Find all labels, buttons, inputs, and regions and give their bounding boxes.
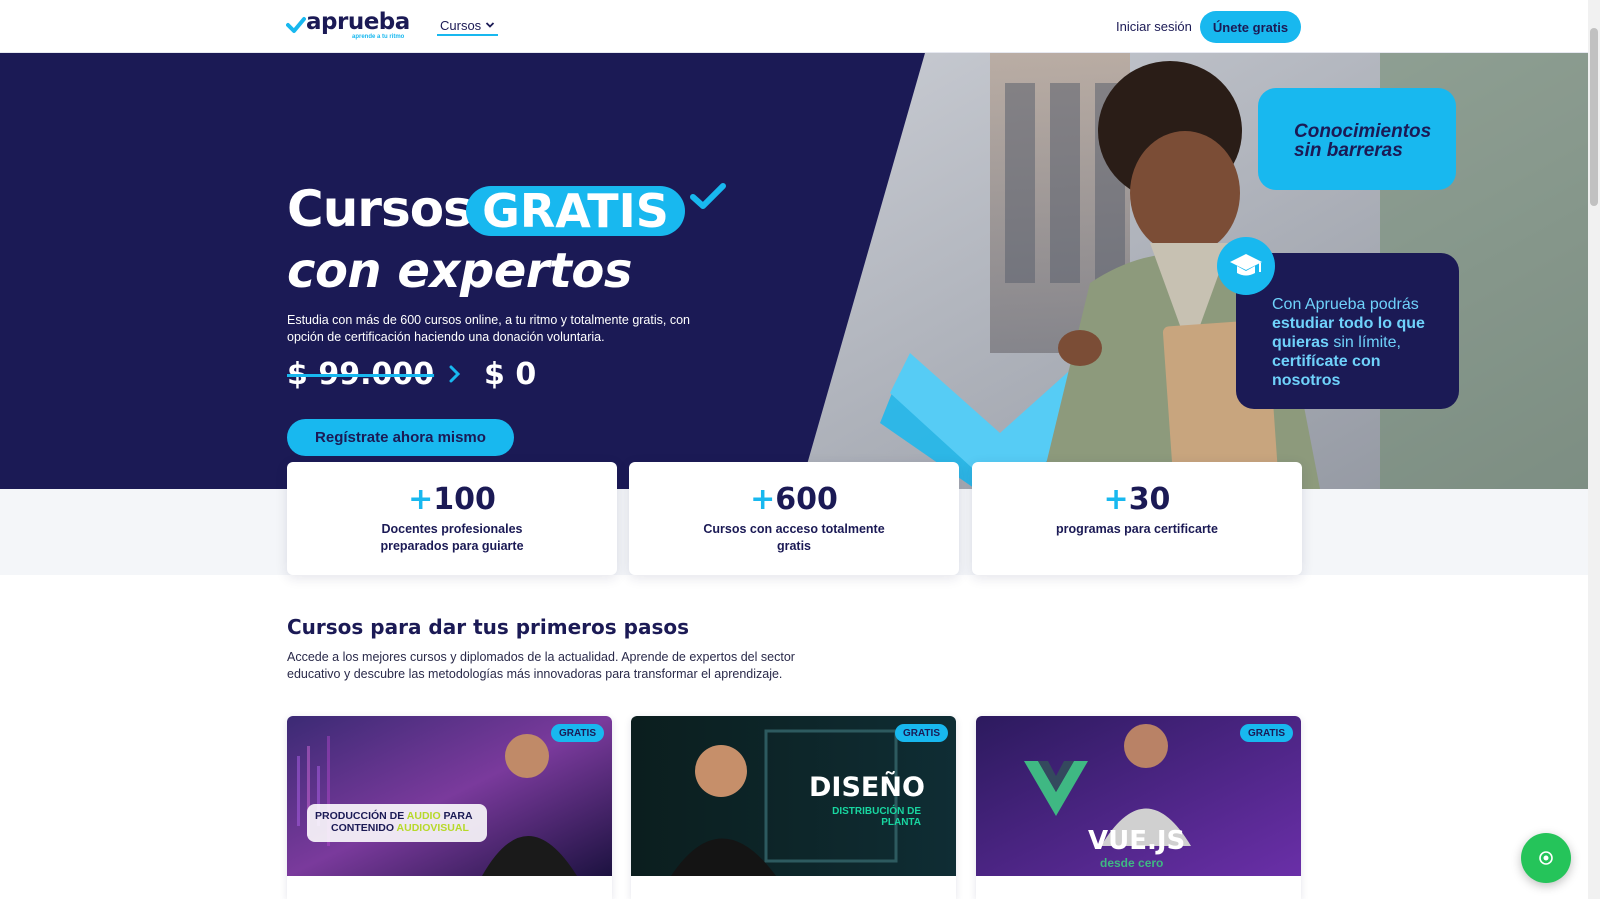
graduation-cap-icon — [1230, 254, 1262, 276]
thumbnail-title: VUE.JS — [1088, 826, 1186, 856]
whatsapp-icon — [1539, 851, 1553, 865]
stat-value: +600 — [750, 482, 838, 517]
chevron-down-icon — [486, 22, 495, 28]
section-title: Cursos para dar tus primeros pasos — [287, 615, 690, 639]
scrollbar-thumb[interactable] — [1590, 28, 1598, 206]
hero-description: Estudia con más de 600 cursos online, a … — [287, 313, 690, 344]
stat-value: +30 — [1103, 482, 1171, 517]
logo-text: aprueba — [306, 9, 410, 35]
price-old: $ 99.000 — [287, 357, 435, 392]
graduation-cap-badge — [1217, 237, 1275, 295]
stat-card-programs: +30 programas para certificarte — [972, 462, 1302, 575]
course-card-footer — [287, 876, 612, 899]
bubble-knowledge-text: Conocimientos sin barreras — [1294, 121, 1432, 161]
free-badge: GRATIS — [550, 724, 604, 742]
scrollbar[interactable] — [1588, 0, 1600, 899]
thumbnail-title: DISEÑO — [809, 772, 925, 803]
nav-courses-dropdown[interactable]: Cursos — [437, 16, 499, 36]
chevron-right-icon — [449, 365, 461, 383]
stat-label: programas para certificarte — [1056, 522, 1218, 536]
hero-title-gratis: GRATIS — [466, 184, 685, 238]
check-icon — [690, 183, 726, 209]
price-new: $ 0 — [484, 357, 537, 392]
stat-label: Docentes profesionales preparados para g… — [380, 522, 524, 553]
bubble-knowledge: Conocimientos sin barreras — [1258, 88, 1456, 190]
thumbnail-subtitle: desde cero — [1100, 856, 1164, 870]
register-now-button[interactable]: Regístrate ahora mismo — [287, 419, 514, 456]
logo[interactable]: aprueba aprende a tu ritmo — [286, 9, 410, 40]
stat-label: Cursos con acceso totalmente gratis — [703, 522, 885, 553]
free-badge: GRATIS — [894, 724, 948, 742]
whatsapp-chat-button[interactable] — [1521, 833, 1571, 883]
hero-section: Cursos GRATIS con expertos Estudia con m… — [0, 53, 1588, 489]
course-card-design[interactable]: DISEÑO DISTRIBUCIÓN DE PLANTA GRATIS — [631, 716, 956, 899]
course-card-footer — [631, 876, 956, 899]
site-header: aprueba aprende a tu ritmo Cursos Inicia… — [0, 0, 1600, 53]
free-badge: GRATIS — [1239, 724, 1293, 742]
course-card-audio[interactable]: PRODUCCIÓN DE AUDIO PARA CONTENIDO AUDIO… — [287, 716, 612, 899]
course-card-vuejs[interactable]: VUE.JS desde cero GRATIS — [976, 716, 1301, 899]
nav-courses-label: Cursos — [440, 17, 482, 33]
login-link[interactable]: Iniciar sesión — [1116, 19, 1192, 34]
course-card-footer — [976, 876, 1301, 899]
thumbnail-caption: PRODUCCIÓN DE AUDIO PARA CONTENIDO AUDIO… — [315, 810, 473, 834]
join-free-button[interactable]: Únete gratis — [1200, 11, 1301, 43]
bubble-certify-text: Con Aprueba podrás estudiar todo lo que … — [1272, 296, 1425, 389]
section-description: Accede a los mejores cursos y diplomados… — [287, 650, 795, 681]
stat-value: +100 — [408, 482, 496, 517]
thumbnail-subtitle: DISTRIBUCIÓN DE PLANTA — [832, 806, 921, 828]
check-icon — [286, 17, 306, 33]
logo-tagline: aprende a tu ritmo — [352, 34, 405, 40]
hero-title-expertos: con expertos — [287, 243, 632, 299]
stat-card-teachers: +100 Docentes profesionales preparados p… — [287, 462, 617, 575]
hero-title-cursos: Cursos — [287, 180, 473, 238]
stat-card-courses: +600 Cursos con acceso totalmente gratis — [629, 462, 959, 575]
